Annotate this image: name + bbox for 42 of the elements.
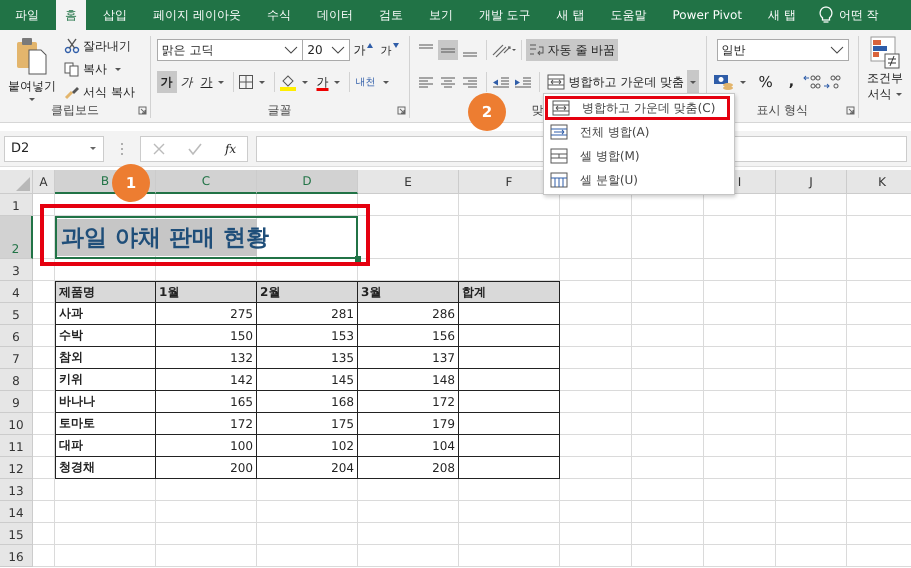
header-cell: 3월 [358,281,459,303]
table-cell: 참외 [55,347,156,369]
table-cell: 204 [257,457,358,479]
table-cell: 172 [156,413,257,435]
table-cell: 102 [257,435,358,457]
table-cell: 281 [257,303,358,325]
header-cell: 제품명 [55,281,156,303]
table-cell: 135 [257,347,358,369]
table-cell: 토마토 [55,413,156,435]
header-cell: 합계 [459,281,560,303]
table-cell: 137 [358,347,459,369]
table-cell: 286 [358,303,459,325]
table-cell: 100 [156,435,257,457]
table-cell: 수박 [55,325,156,347]
table-cell: 키위 [55,369,156,391]
table-cell: 132 [156,347,257,369]
group-label: 글꼴 [268,103,292,117]
table-cell: 104 [358,435,459,457]
table-cell: 179 [358,413,459,435]
table-cell: 150 [156,325,257,347]
table-cell: 142 [156,369,257,391]
group-label: 표시 형식 [756,103,808,117]
table-cell: 대파 [55,435,156,457]
table-cell: 165 [156,391,257,413]
table-cell: 172 [358,391,459,413]
table-cell: 148 [358,369,459,391]
table-cell: 청경채 [55,457,156,479]
table-cell: 275 [156,303,257,325]
table-cell: 사과 [55,303,156,325]
title-cell: 과일 야채 판매 현황 [55,216,358,259]
group-label: 맞 [532,103,544,117]
table-cell: 153 [257,325,358,347]
header-cell: 2월 [257,281,358,303]
header-cell: 1월 [156,281,257,303]
table-cell: 156 [358,325,459,347]
table-cell: 208 [358,457,459,479]
table-cell: 바나나 [55,391,156,413]
table-cell: 175 [257,413,358,435]
group-label: 클립보드 [50,103,99,117]
table-cell: 145 [257,369,358,391]
table-cell: 200 [156,457,257,479]
table-cell: 168 [257,391,358,413]
